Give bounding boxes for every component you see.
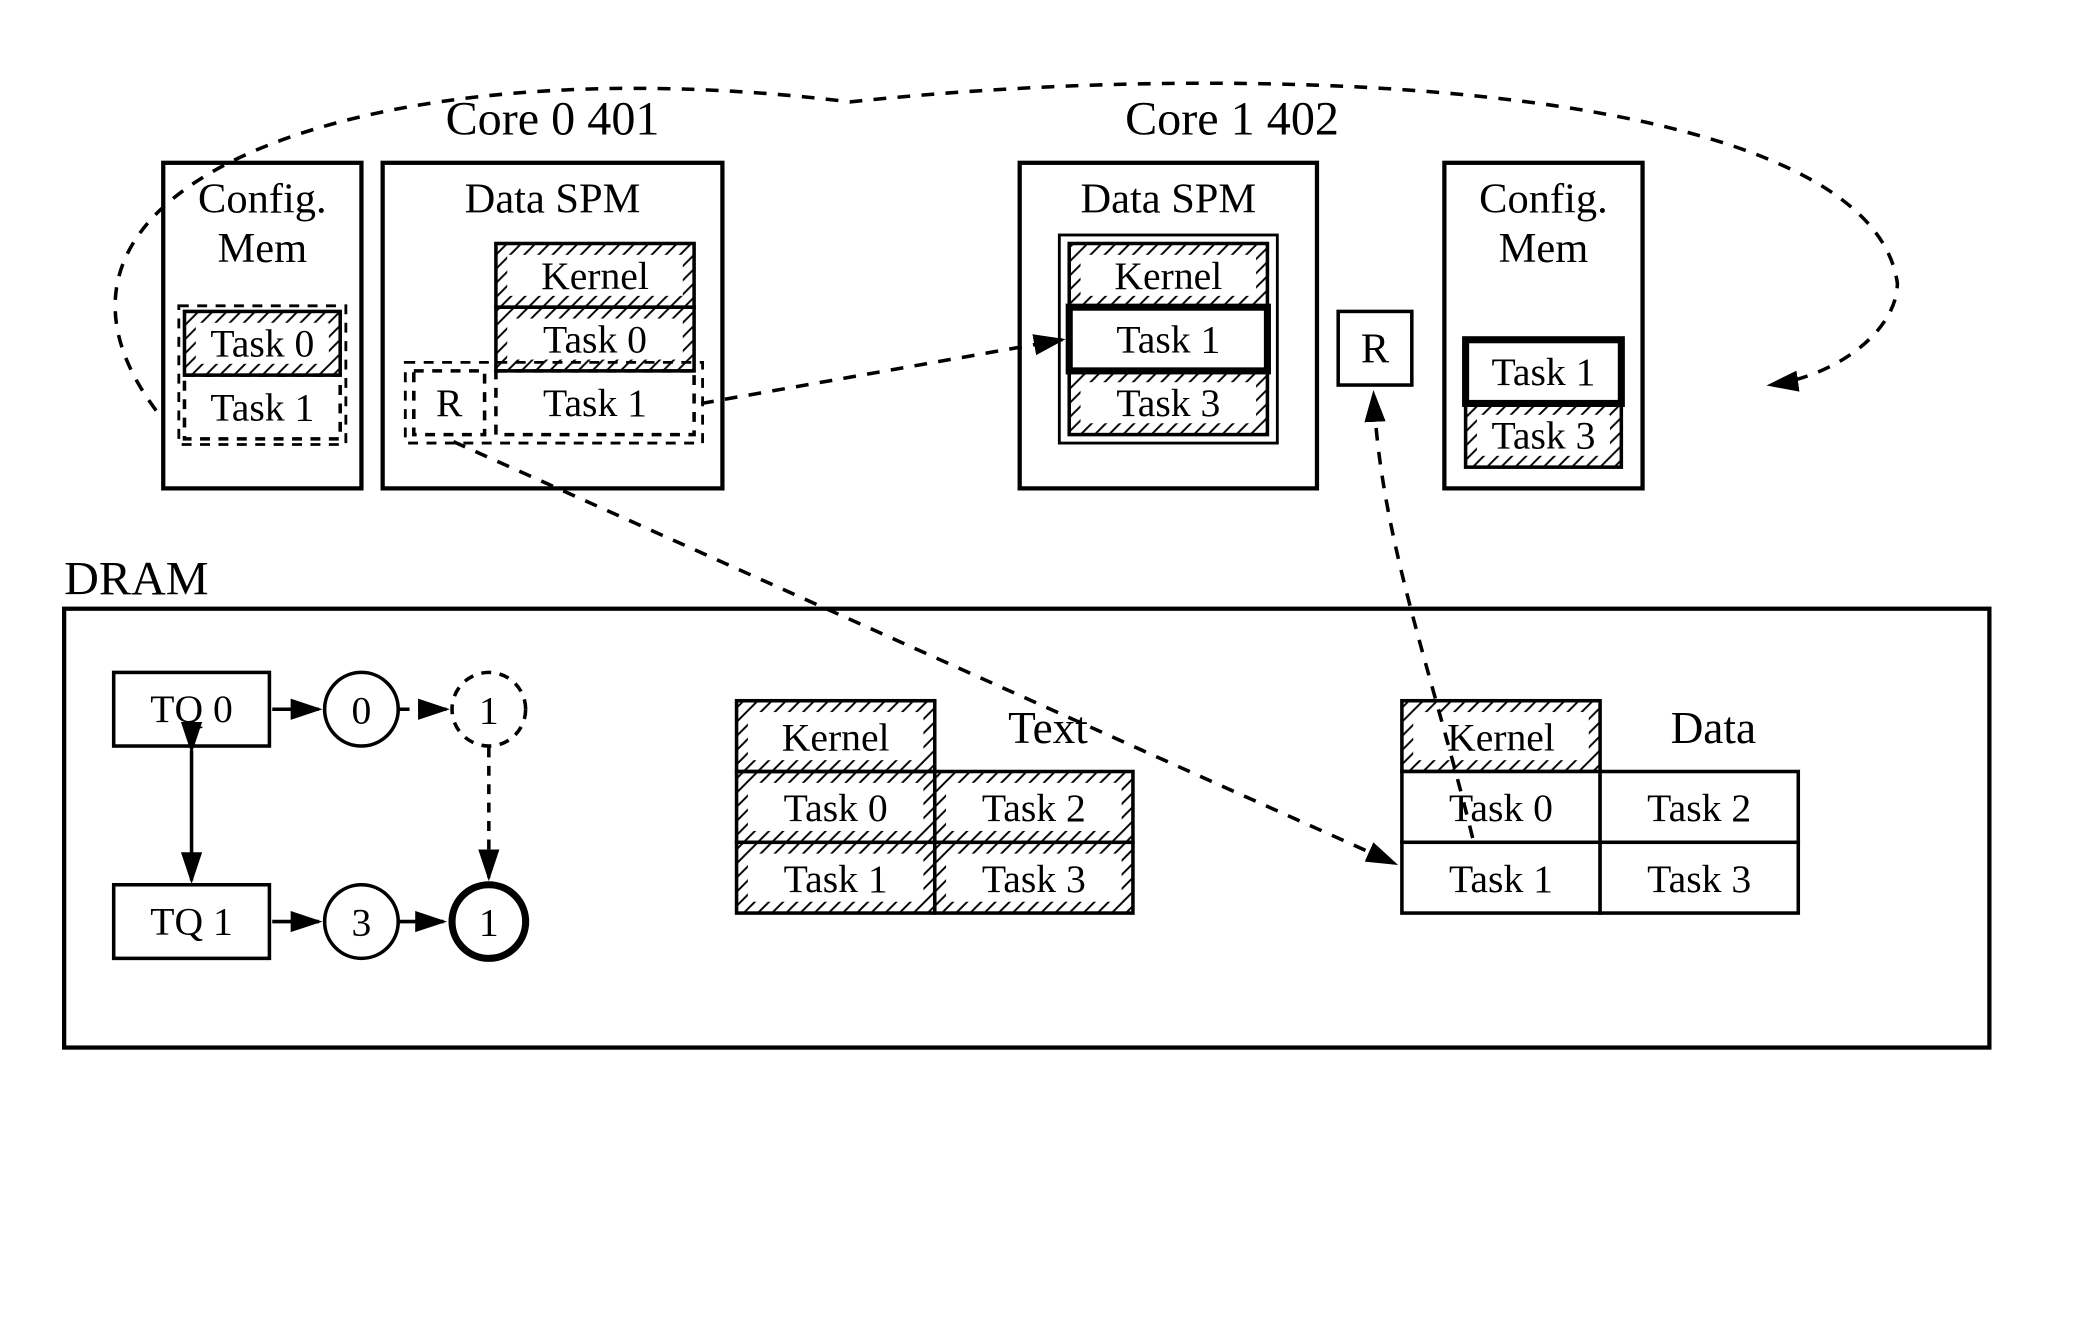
core0-r-label: R — [436, 381, 463, 425]
tq0-label: TQ 0 — [150, 687, 233, 731]
core1-config-mem-label-2: Mem — [1499, 225, 1589, 272]
core0-spm-kernel: Kernel — [541, 254, 649, 298]
text-task1: Task 1 — [784, 857, 888, 901]
core0-cfg-task0-label: Task 0 — [210, 322, 314, 366]
arrow-c0task1-c1task1 — [701, 340, 1062, 404]
diagram-root: Core 0 401 Core 1 402 Config. Mem Task 0… — [0, 0, 2096, 1342]
core1-data-spm-label: Data SPM — [1080, 175, 1256, 222]
core0-spm-task1: Task 1 — [543, 381, 647, 425]
text-task2: Task 2 — [982, 786, 1086, 830]
data-task2: Task 2 — [1647, 786, 1751, 830]
node-3-label: 3 — [352, 901, 372, 945]
core1-spm-task3: Task 3 — [1116, 381, 1220, 425]
data-kernel: Kernel — [1447, 715, 1555, 759]
node-1a-label: 1 — [479, 688, 499, 732]
core1-r-label: R — [1361, 325, 1390, 372]
core0-spm-task0: Task 0 — [543, 317, 647, 361]
core0-config-mem-label-1: Config. — [198, 175, 327, 222]
core1-spm-task1: Task 1 — [1116, 317, 1220, 361]
text-kernel: Kernel — [782, 715, 890, 759]
text-task3: Task 3 — [982, 857, 1086, 901]
data-task1: Task 1 — [1449, 857, 1553, 901]
data-section-title: Data — [1671, 703, 1756, 753]
core1-spm-kernel: Kernel — [1114, 254, 1222, 298]
core0-cfg-task1-label: Task 1 — [210, 385, 314, 429]
dram-label: DRAM — [64, 553, 208, 606]
core1-config-mem-label-1: Config. — [1479, 175, 1608, 222]
core0-title: Core 0 401 — [446, 92, 660, 145]
core0-data-spm-label: Data SPM — [465, 175, 641, 222]
node-1b-label: 1 — [479, 901, 499, 945]
tq1-label: TQ 1 — [150, 899, 233, 943]
text-section-title: Text — [1008, 703, 1088, 753]
core0-config-mem-label-2: Mem — [218, 225, 308, 272]
node-0-label: 0 — [352, 688, 372, 732]
text-task0: Task 0 — [784, 786, 888, 830]
core1-cfg-task1: Task 1 — [1491, 350, 1595, 394]
core1-cfg-task3: Task 3 — [1491, 414, 1595, 458]
data-task3: Task 3 — [1647, 857, 1751, 901]
core1-title: Core 1 402 — [1125, 92, 1339, 145]
